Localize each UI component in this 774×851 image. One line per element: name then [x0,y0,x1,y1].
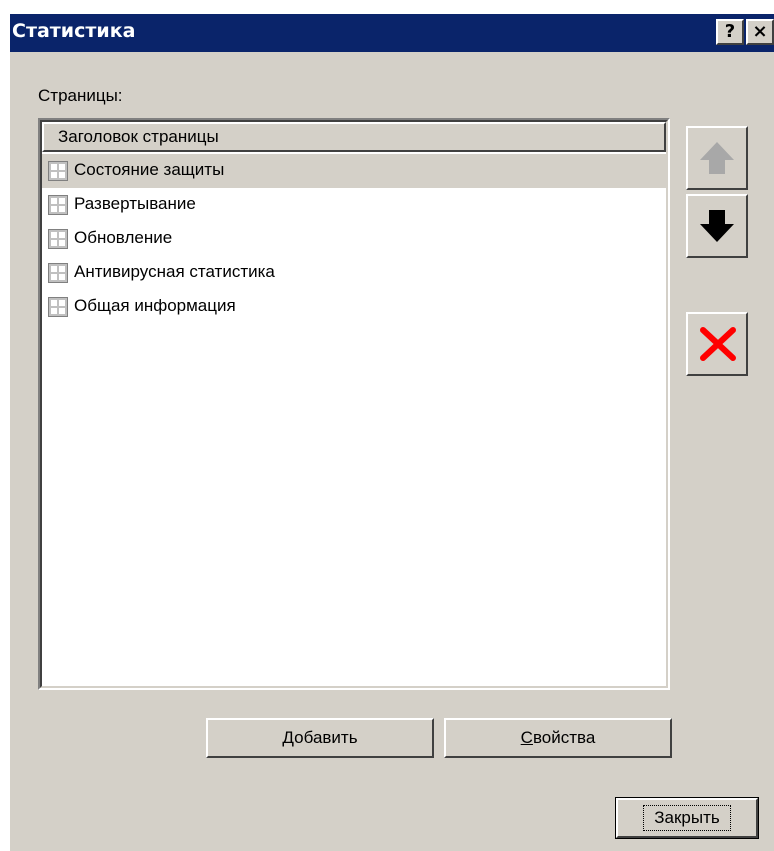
add-label: обавить [294,728,358,747]
pages-label: Страницы: [38,86,123,105]
table-icon [48,229,68,249]
list-item[interactable]: Обновление [42,222,668,256]
close-button[interactable]: Закрыть [615,797,759,839]
pages-list: Состояние защиты Развертывание Обновлени… [42,154,668,324]
move-down-button[interactable] [686,194,748,258]
close-window-button[interactable]: × [746,19,774,45]
table-icon [48,263,68,283]
list-item-label: Обновление [74,228,173,247]
list-item-label: Состояние защиты [74,160,225,179]
delete-icon [700,327,736,361]
properties-label: войства [532,728,596,747]
arrow-down-icon [700,210,734,242]
list-item-label: Развертывание [74,194,196,213]
list-item[interactable]: Развертывание [42,188,668,222]
delete-button[interactable] [686,312,748,376]
add-button[interactable]: Добавить [206,718,434,758]
add-mnemonic: Д [282,728,295,747]
list-item[interactable]: Состояние защиты [42,154,668,188]
column-header-page-title[interactable]: Заголовок страницы [42,122,666,152]
arrow-up-icon [700,142,734,174]
window-title: Статистика [12,20,136,42]
table-icon [48,195,68,215]
properties-mnemonic: С [520,728,533,747]
pages-listbox[interactable]: Заголовок страницы Состояние защиты Разв… [38,118,670,690]
list-item-label: Антивирусная статистика [74,262,275,281]
title-bar[interactable]: Статистика ? × [10,14,774,52]
table-icon [48,297,68,317]
close-label: Закрыть [643,805,731,831]
help-button[interactable]: ? [716,19,744,45]
list-item[interactable]: Антивирусная статистика [42,256,668,290]
table-icon [48,161,68,181]
move-up-button[interactable] [686,126,748,190]
properties-button[interactable]: Свойства [444,718,672,758]
list-item[interactable]: Общая информация [42,290,668,324]
statistics-dialog: Статистика ? × Страницы: Заголовок стран… [10,14,774,851]
list-item-label: Общая информация [74,296,236,315]
